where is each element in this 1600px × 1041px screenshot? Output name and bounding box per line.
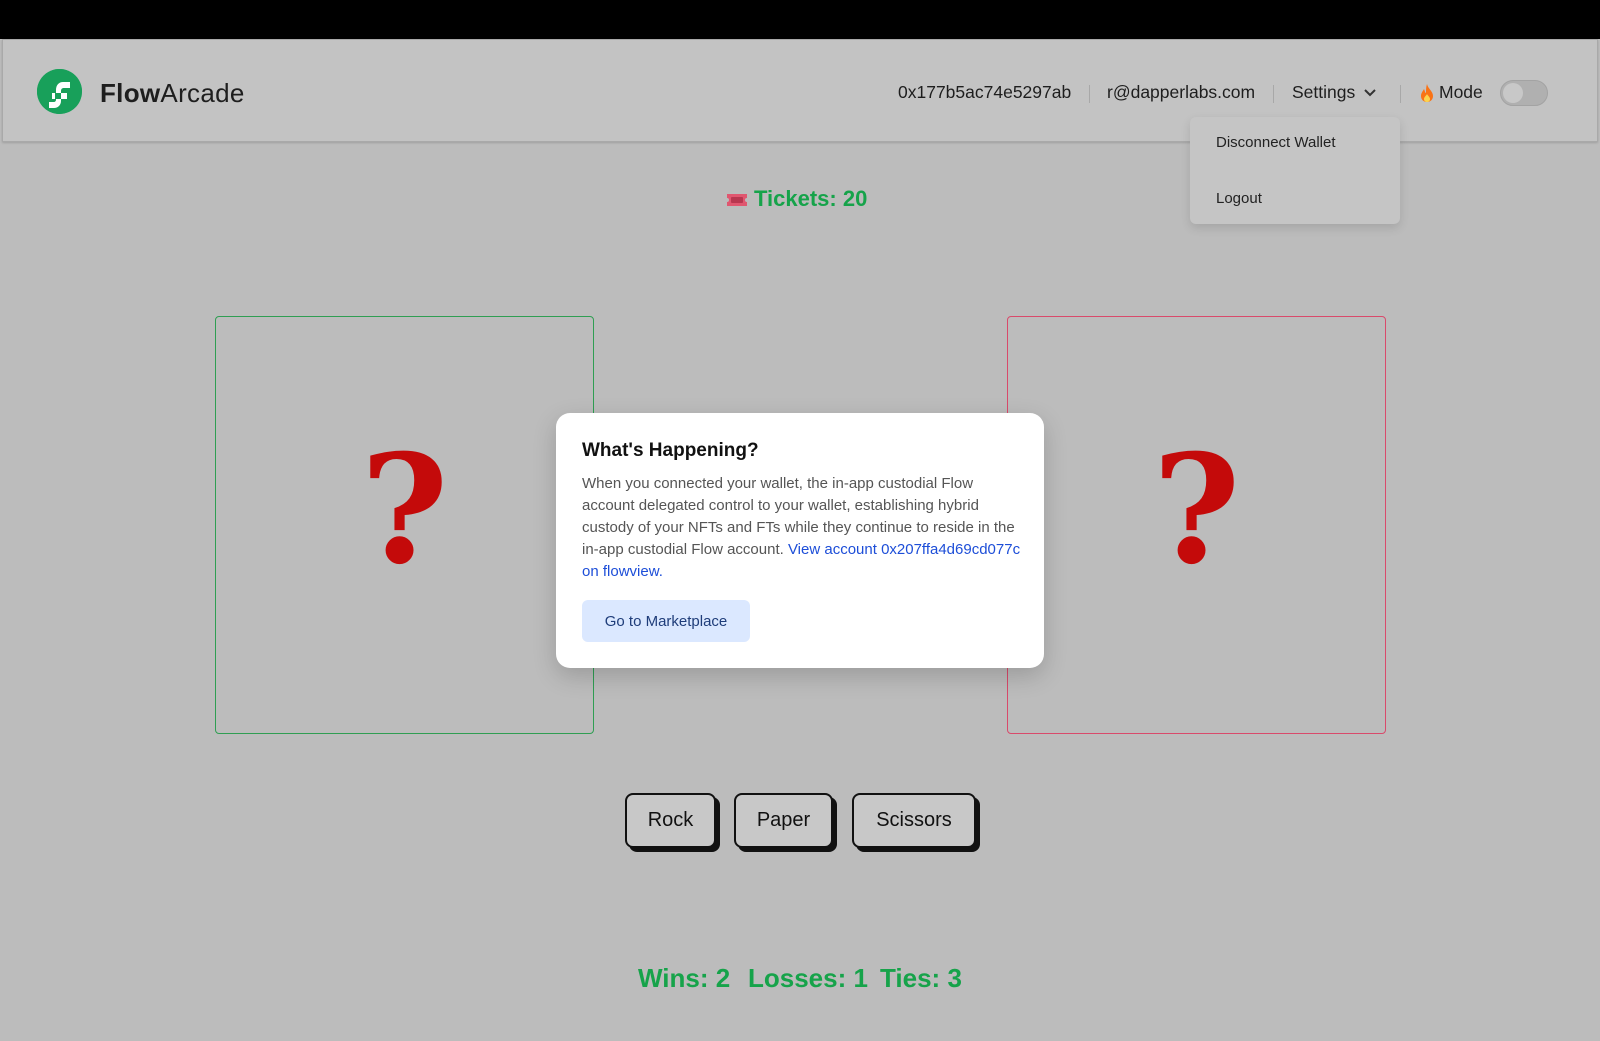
losses-count: Losses: 1 [748, 963, 868, 993]
rock-button[interactable]: Rock [625, 793, 716, 848]
brand-name[interactable]: FlowArcade [100, 78, 245, 109]
tickets-label: Tickets: 20 [754, 186, 868, 211]
mode-toggle[interactable] [1500, 80, 1548, 106]
user-email: r@dapperlabs.com [1107, 82, 1256, 102]
nav-divider [1089, 85, 1090, 103]
logout-item[interactable]: Logout [1216, 190, 1262, 207]
app-root: FlowArcade 0x177b5ac74e5297ab r@dapperla… [0, 39, 1600, 1041]
settings-label: Settings [1292, 82, 1356, 102]
modal-body: When you connected your wallet, the in-a… [582, 473, 1022, 583]
settings-dropdown: Disconnect Wallet Logout [1190, 117, 1400, 224]
modal-title: What's Happening? [582, 440, 759, 461]
toggle-knob [1503, 83, 1523, 103]
opponent-question-mark: ? [1152, 422, 1241, 598]
player-question-mark: ? [360, 422, 449, 598]
brand-name-bold: Flow [100, 78, 161, 108]
mode-control[interactable]: Mode [1419, 82, 1483, 103]
wins-count: Wins: 2 [638, 963, 731, 993]
chevron-down-icon [1364, 89, 1376, 97]
go-to-marketplace-button[interactable]: Go to Marketplace [582, 600, 750, 642]
player-choice-card: ? [215, 316, 594, 734]
ties-count: Ties: 3 [880, 963, 962, 993]
scissors-button[interactable]: Scissors [852, 793, 976, 848]
paper-button[interactable]: Paper [734, 793, 833, 848]
nav-divider [1273, 85, 1274, 103]
disconnect-wallet-item[interactable]: Disconnect Wallet [1216, 134, 1336, 151]
opponent-choice-card: ? [1007, 316, 1386, 734]
flame-icon [1421, 84, 1433, 103]
settings-menu-button[interactable]: Settings [1292, 82, 1377, 103]
mode-label: Mode [1439, 82, 1483, 102]
tickets-counter: Tickets: 20 [726, 186, 867, 212]
nav-divider [1400, 85, 1401, 103]
wallet-address: 0x177b5ac74e5297ab [898, 82, 1072, 102]
ticket-icon [727, 194, 747, 207]
brand-name-light: Arcade [160, 78, 245, 108]
flow-logo-icon[interactable] [37, 69, 82, 114]
whats-happening-modal: What's Happening? When you connected you… [556, 413, 1044, 668]
